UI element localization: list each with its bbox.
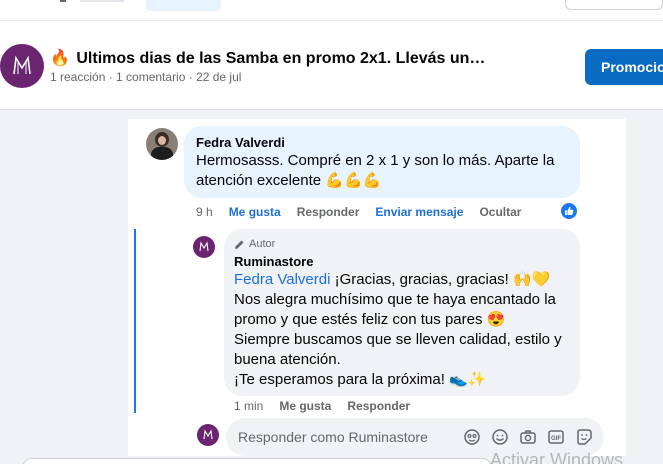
thread-line (134, 229, 136, 413)
comment-time[interactable]: 9 h (196, 205, 213, 219)
avatar[interactable] (193, 236, 215, 258)
avatar[interactable] (197, 424, 219, 446)
reply-time[interactable]: 1 min (234, 399, 263, 413)
hide-button[interactable]: Ocultar (479, 205, 521, 219)
like-reaction-icon[interactable] (561, 203, 577, 219)
reply-line: Siempre buscamos que se lleven calidad, … (234, 331, 562, 348)
like-button[interactable]: Me gusta (279, 399, 331, 413)
reply-line-text: ¡Gracias, gracias, gracias! 🙌💛 (330, 271, 551, 288)
page-avatar[interactable] (0, 44, 44, 88)
svg-text:GIF: GIF (551, 436, 561, 442)
author-badge: Autor (234, 237, 570, 251)
avatar[interactable] (146, 128, 178, 160)
avatar-sticker-button[interactable] (462, 427, 482, 447)
avatar-icon (464, 429, 480, 445)
post-title[interactable]: 🔥 Ultimos dias de las Samba en promo 2x1… (50, 48, 485, 68)
comment-bubble: Fedra Valverdi Hermosasss. Compré en 2 x… (184, 126, 580, 198)
top-action-button[interactable] (565, 0, 663, 10)
reply-line: promo y que estés feliz con tus pares 😍 (234, 311, 506, 328)
reply-line: ¡Te esperamos para la próxima! 👟✨ (234, 371, 487, 388)
send-message-button[interactable]: Enviar mensaje (375, 205, 463, 219)
author-badge-label: Autor (249, 238, 276, 250)
avatar-body (151, 147, 173, 160)
emoji-button[interactable] (490, 427, 510, 447)
promote-button[interactable]: Promocio (585, 49, 663, 85)
avatar-face (158, 136, 166, 145)
comment-line: atención excelente 💪💪💪 (196, 171, 568, 191)
top-nav-fragment (80, 0, 124, 2)
comment-actions: 9 h Me gusta Responder Enviar mensaje Oc… (196, 205, 537, 219)
camera-button[interactable] (518, 427, 538, 447)
windows-activation-watermark: Activar Windows (490, 450, 624, 464)
comment-author[interactable]: Fedra Valverdi (196, 135, 568, 151)
reply-input-placeholder[interactable]: Responder como Ruminastore (238, 429, 462, 445)
top-nav-fragment (60, 0, 66, 2)
post-title-text: Ultimos dias de las Samba en promo 2x1. … (76, 50, 486, 67)
gif-icon: GIF (548, 430, 564, 444)
thumbs-up-icon (565, 207, 574, 215)
comment-line: Hermosasss. Compré en 2 x 1 y son lo más… (196, 152, 555, 169)
reply-text: Fedra Valverdi ¡Gracias, gracias, gracia… (234, 270, 570, 390)
page-logo-icon (13, 55, 31, 75)
smiley-sticker-icon (577, 429, 592, 445)
top-tab-active[interactable] (146, 0, 221, 11)
camera-icon (520, 430, 536, 444)
composer-tools: GIF (462, 427, 604, 447)
flexed-biceps-emoji: 💪💪💪 (325, 172, 382, 189)
sticker-button[interactable] (574, 427, 594, 447)
reply-actions: 1 min Me gusta Responder (234, 399, 426, 413)
reply-line: buena atención. (234, 351, 341, 368)
reply-button[interactable]: Responder (297, 205, 360, 219)
next-comment-box[interactable] (22, 458, 492, 464)
comment-line-text: atención excelente (196, 172, 322, 189)
post-header: 🔥 Ultimos dias de las Samba en promo 2x1… (0, 0, 663, 110)
divider (0, 20, 663, 21)
reply-author[interactable]: Ruminastore (234, 254, 570, 270)
comment-text: Hermosasss. Compré en 2 x 1 y son lo más… (196, 151, 568, 191)
reply-bubble: Autor Ruminastore Fedra Valverdi ¡Gracia… (224, 229, 580, 396)
page-logo-icon (203, 429, 213, 440)
mention-link[interactable]: Fedra Valverdi (234, 271, 330, 288)
like-button[interactable]: Me gusta (229, 205, 281, 219)
page-logo-icon (199, 241, 209, 252)
pencil-icon (235, 240, 244, 249)
fire-emoji: 🔥 (50, 50, 70, 67)
reply-line: Fedra Valverdi ¡Gracias, gracias, gracia… (234, 270, 570, 290)
reply-button[interactable]: Responder (347, 399, 410, 413)
gif-button[interactable]: GIF (546, 427, 566, 447)
reply-line: Nos alegra muchísimo que te haya encanta… (234, 291, 556, 308)
emoji-icon (492, 429, 508, 445)
post-meta: 1 reacción · 1 comentario · 22 de jul (50, 70, 242, 84)
